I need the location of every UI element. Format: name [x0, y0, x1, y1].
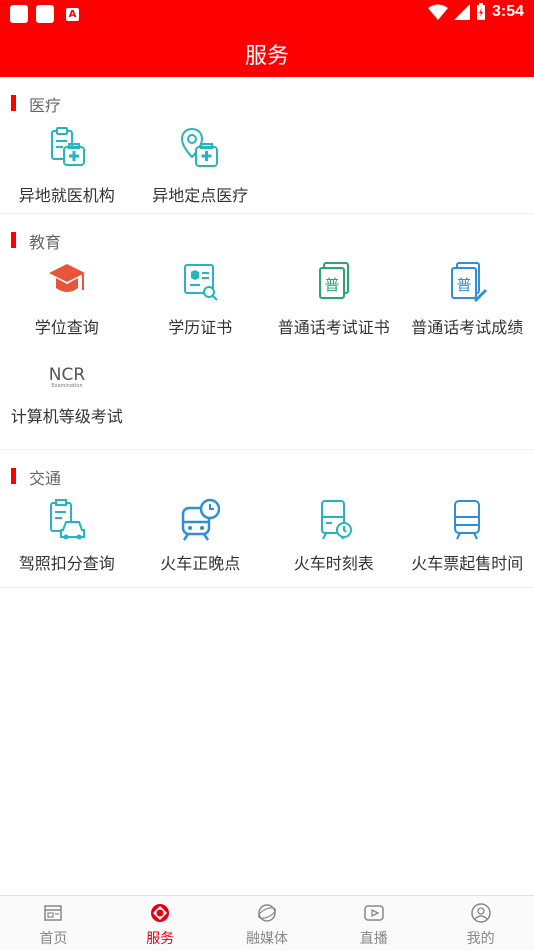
service-label: 学位查询 [34, 318, 99, 337]
service-content: 医疗 异地就医机构 异地定点医疗 教育 学位查询 学历证书 普 普通话考试证书 … [0, 77, 534, 588]
notification-icon [36, 5, 54, 23]
train-timetable-icon [320, 500, 352, 540]
service-tile-train-ticket-sale-time[interactable]: 火车票起售时间 [401, 478, 534, 588]
section-medical: 医疗 异地就医机构 异地定点医疗 [0, 77, 534, 214]
svg-text:Examination: Examination [51, 383, 82, 389]
certificate-search-icon [184, 264, 218, 301]
nav-live[interactable]: 直播 [320, 896, 427, 950]
nav-service[interactable]: 服务 [107, 896, 214, 950]
service-label: 火车正晚点 [160, 554, 241, 573]
service-tile-mandarin-certificate[interactable]: 普 普通话考试证书 [267, 242, 401, 342]
nav-media[interactable]: 融媒体 [214, 896, 321, 950]
profile-icon [470, 903, 491, 923]
signal-icon [453, 4, 470, 20]
section-education: 教育 学位查询 学历证书 普 普通话考试证书 普 普通话考试成绩 NCR Exa… [0, 214, 534, 450]
clipboard-medkit-icon [50, 127, 85, 166]
bottom-nav: 首页 服务 融媒体 直播 我的 [0, 895, 534, 950]
service-tile-train-delay[interactable]: 火车正晚点 [134, 478, 268, 588]
train-clock-icon [182, 498, 221, 541]
notification-letter-icon: A [66, 7, 79, 21]
location-medkit-icon [181, 127, 219, 167]
service-label: 驾照扣分查询 [18, 554, 115, 573]
section-transport: 交通 驾照扣分查询 火车正晚点 火车时刻表 火车票起售时间 [0, 450, 534, 588]
nav-label: 直播 [359, 931, 388, 947]
svg-text:NCR: NCR [49, 365, 86, 385]
service-label: 学历证书 [168, 318, 233, 337]
graduation-cap-icon [48, 264, 85, 292]
svg-text:普: 普 [457, 276, 472, 294]
wifi-icon [427, 4, 448, 20]
service-icon [151, 904, 170, 922]
battery-icon [476, 3, 485, 20]
nav-label: 融媒体 [245, 931, 288, 947]
service-label: 火车时刻表 [293, 554, 374, 573]
live-icon [364, 905, 384, 921]
service-label: 火车票起售时间 [411, 554, 524, 573]
service-tile-remote-designated-medical[interactable]: 异地定点医疗 [134, 105, 268, 215]
license-car-icon [49, 499, 85, 540]
svg-text:普: 普 [324, 276, 339, 294]
service-tile-degree-query[interactable]: 学位查询 [0, 242, 134, 342]
service-tile-train-timetable[interactable]: 火车时刻表 [267, 478, 401, 588]
service-label: 异地就医机构 [18, 186, 115, 205]
nav-label: 服务 [146, 931, 175, 947]
service-tile-education-certificate[interactable]: 学历证书 [134, 242, 268, 342]
train-ticket-icon [454, 500, 481, 540]
nav-home[interactable]: 首页 [0, 896, 107, 950]
status-time: 3:54 [491, 3, 524, 20]
service-tile-computer-rank-exam[interactable]: NCR Examination 计算机等级考试 [0, 342, 134, 442]
ncre-logo-icon: NCR Examination [49, 365, 86, 389]
service-label: 计算机等级考试 [10, 407, 123, 426]
header: 服务 [0, 28, 534, 77]
service-tile-remote-medical-institution[interactable]: 异地就医机构 [0, 105, 134, 215]
home-icon [44, 905, 63, 921]
nav-label: 我的 [466, 931, 495, 947]
status-bar: A 3:54 [0, 0, 534, 28]
service-label: 异地定点医疗 [152, 186, 249, 205]
service-label: 普通话考试证书 [277, 318, 390, 337]
page-title: 服务 [244, 44, 289, 69]
mandarin-certificate-icon: 普 [318, 262, 349, 299]
service-tile-mandarin-score[interactable]: 普 普通话考试成绩 [401, 242, 534, 342]
nav-profile[interactable]: 我的 [427, 896, 534, 950]
service-label: 普通话考试成绩 [411, 318, 524, 337]
notification-icon [10, 5, 28, 23]
media-icon [258, 904, 276, 922]
service-tile-license-points[interactable]: 驾照扣分查询 [0, 478, 134, 588]
nav-label: 首页 [39, 931, 68, 947]
mandarin-score-icon: 普 [451, 262, 488, 302]
